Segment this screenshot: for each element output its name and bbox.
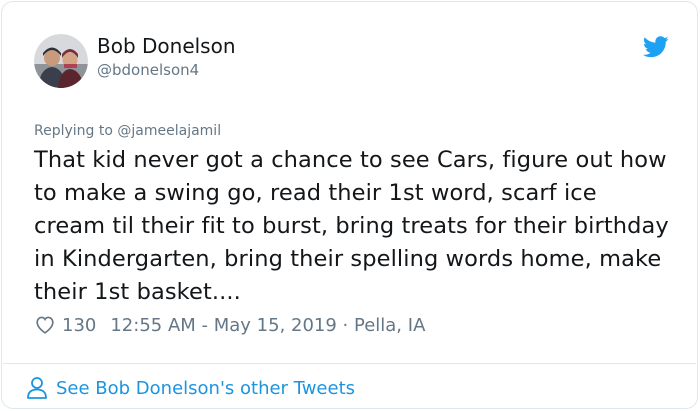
- person-icon: [26, 376, 48, 400]
- replying-to: Replying to @jameelajamil: [34, 122, 221, 140]
- author-handle[interactable]: @bdonelson4: [97, 60, 199, 80]
- replying-prefix: Replying to: [34, 123, 113, 139]
- heart-icon[interactable]: [34, 314, 56, 336]
- avatar[interactable]: [34, 34, 88, 88]
- mention-link[interactable]: @jameelajamil: [117, 123, 221, 139]
- like-count[interactable]: 130: [62, 315, 96, 336]
- tweet-timestamp[interactable]: 12:55 AM - May 15, 2019 · Pella, IA: [110, 315, 425, 336]
- tweet-meta: 130 12:55 AM - May 15, 2019 · Pella, IA: [34, 312, 425, 338]
- twitter-bird-icon[interactable]: [642, 36, 669, 58]
- see-other-tweets-link[interactable]: See Bob Donelson's other Tweets: [26, 375, 355, 401]
- tweet-text: That kid never got a chance to see Cars,…: [34, 147, 669, 305]
- author-name[interactable]: Bob Donelson: [97, 34, 236, 58]
- see-other-tweets-label[interactable]: See Bob Donelson's other Tweets: [56, 378, 355, 399]
- tweet-card: Bob Donelson @bdonelson4 Replying to @ja…: [1, 1, 698, 409]
- divider: [3, 363, 696, 364]
